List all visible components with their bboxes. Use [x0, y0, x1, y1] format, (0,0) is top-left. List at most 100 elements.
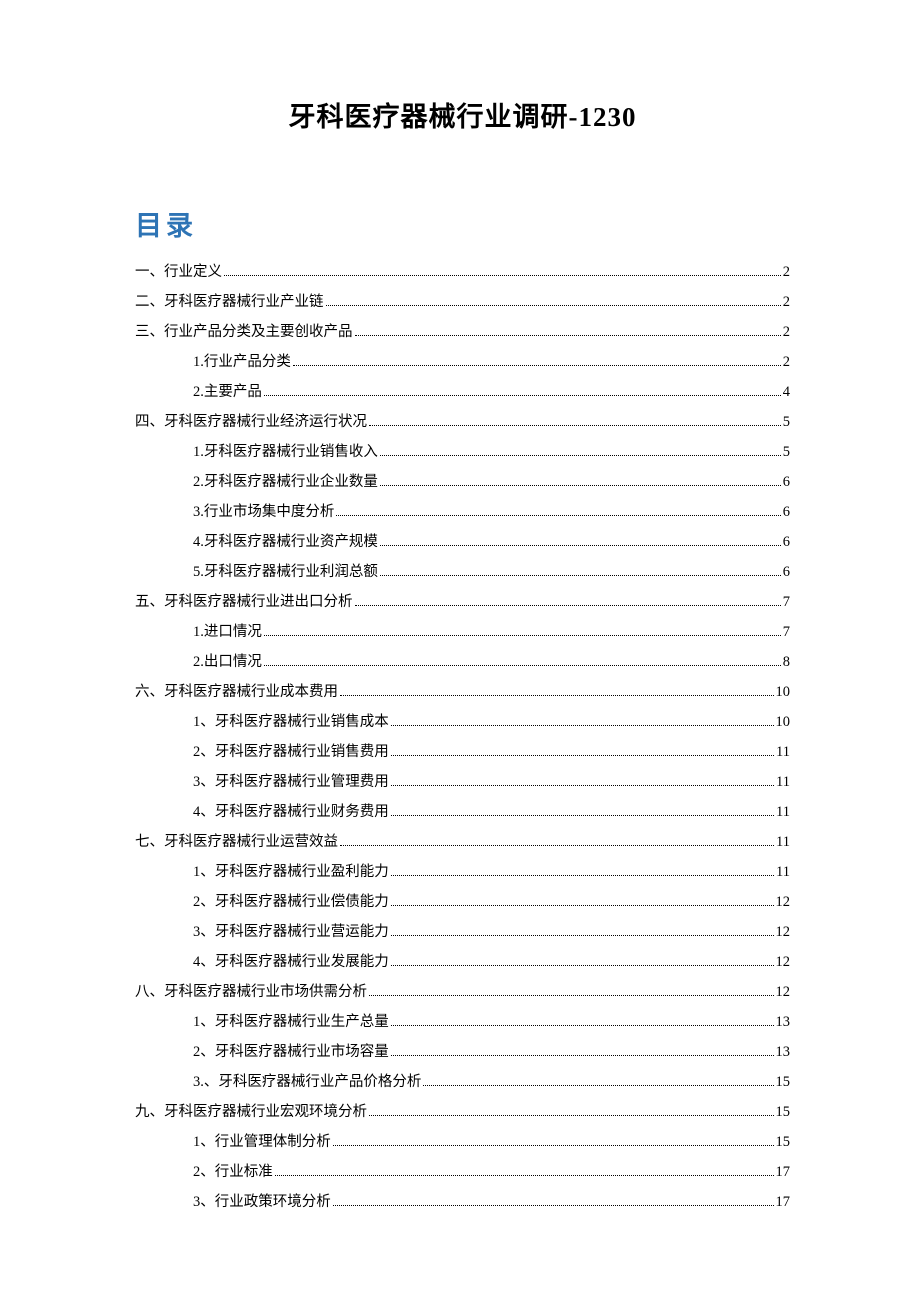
toc-entry[interactable]: 3、行业政策环境分析17 [135, 1195, 790, 1210]
toc-entry[interactable]: 2.牙科医疗器械行业企业数量 6 [135, 475, 790, 490]
toc-entry-label: 3、牙科医疗器械行业营运能力 [193, 925, 389, 940]
toc-entry-label: 2、行业标准 [193, 1165, 273, 1180]
toc-leader-dots [369, 1115, 774, 1116]
toc-entry-label: 1、牙科医疗器械行业生产总量 [193, 1015, 389, 1030]
document-title: 牙科医疗器械行业调研-1230 [135, 95, 790, 134]
toc-entry[interactable]: 1.牙科医疗器械行业销售收入5 [135, 445, 790, 460]
toc-leader-dots [391, 875, 774, 876]
toc-entry-page: 11 [776, 745, 790, 760]
toc-entry[interactable]: 1、牙科医疗器械行业销售成本10 [135, 715, 790, 730]
toc-entry[interactable]: 2.出口情况8 [135, 655, 790, 670]
toc-entry-page: 15 [776, 1135, 791, 1150]
toc-entry-page: 2 [783, 295, 790, 310]
toc-entry-label: 四、牙科医疗器械行业经济运行状况 [135, 415, 367, 430]
toc-entry-page: 15 [776, 1075, 791, 1090]
toc-leader-dots [369, 995, 774, 996]
toc-entry-page: 2 [783, 355, 790, 370]
toc-entry-label: 八、牙科医疗器械行业市场供需分析 [135, 985, 367, 1000]
toc-entry[interactable]: 一、行业定义2 [135, 265, 790, 280]
toc-entry-label: 5.牙科医疗器械行业利润总额 [193, 565, 378, 580]
toc-entry[interactable]: 2、牙科医疗器械行业销售费用11 [135, 745, 790, 760]
toc-entry-page: 12 [776, 955, 791, 970]
toc-entry-page: 12 [776, 985, 791, 1000]
toc-entry-label: 3、行业政策环境分析 [193, 1195, 331, 1210]
toc-entry-label: 2、牙科医疗器械行业市场容量 [193, 1045, 389, 1060]
toc-entry-label: 九、牙科医疗器械行业宏观环境分析 [135, 1105, 367, 1120]
toc-entry[interactable]: 2、牙科医疗器械行业偿债能力 12 [135, 895, 790, 910]
toc-entry-page: 4 [783, 385, 790, 400]
toc-entry[interactable]: 5.牙科医疗器械行业利润总额 6 [135, 565, 790, 580]
toc-entry-page: 12 [776, 895, 791, 910]
toc-entry-label: 2、牙科医疗器械行业偿债能力 [193, 895, 389, 910]
table-of-contents: 一、行业定义2二、牙科医疗器械行业产业链2三、行业产品分类及主要创收产品21.行… [135, 265, 790, 1210]
toc-leader-dots [275, 1175, 774, 1176]
toc-leader-dots [391, 905, 774, 906]
toc-leader-dots [293, 365, 781, 366]
toc-entry[interactable]: 3、牙科医疗器械行业管理费用 11 [135, 775, 790, 790]
toc-leader-dots [380, 455, 781, 456]
toc-entry[interactable]: 八、牙科医疗器械行业市场供需分析 12 [135, 985, 790, 1000]
toc-entry[interactable]: 四、牙科医疗器械行业经济运行状况5 [135, 415, 790, 430]
toc-entry-label: 3.行业市场集中度分析 [193, 505, 334, 520]
toc-entry-label: 五、牙科医疗器械行业进出口分析 [135, 595, 353, 610]
toc-leader-dots [224, 275, 781, 276]
toc-entry-page: 11 [776, 865, 790, 880]
toc-leader-dots [391, 725, 774, 726]
toc-entry-label: 1.牙科医疗器械行业销售收入 [193, 445, 378, 460]
toc-leader-dots [264, 635, 781, 636]
toc-entry[interactable]: 1、牙科医疗器械行业生产总量13 [135, 1015, 790, 1030]
toc-leader-dots [264, 665, 781, 666]
toc-entry-page: 11 [776, 775, 790, 790]
toc-entry[interactable]: 七、牙科医疗器械行业运营效益11 [135, 835, 790, 850]
toc-leader-dots [333, 1145, 774, 1146]
toc-entry-label: 七、牙科医疗器械行业运营效益 [135, 835, 338, 850]
toc-entry-label: 二、牙科医疗器械行业产业链 [135, 295, 324, 310]
toc-entry[interactable]: 2.主要产品4 [135, 385, 790, 400]
toc-leader-dots [380, 575, 781, 576]
toc-entry-page: 10 [776, 715, 791, 730]
toc-entry[interactable]: 二、牙科医疗器械行业产业链 2 [135, 295, 790, 310]
toc-entry[interactable]: 3.、牙科医疗器械行业产品价格分析 15 [135, 1075, 790, 1090]
toc-entry[interactable]: 4.牙科医疗器械行业资产规模6 [135, 535, 790, 550]
toc-entry-page: 2 [783, 325, 790, 340]
toc-entry[interactable]: 1.进口情况7 [135, 625, 790, 640]
toc-entry[interactable]: 2、行业标准 17 [135, 1165, 790, 1180]
toc-heading: 目录 [135, 204, 790, 243]
toc-entry[interactable]: 1、牙科医疗器械行业盈利能力 11 [135, 865, 790, 880]
toc-entry-label: 2.牙科医疗器械行业企业数量 [193, 475, 378, 490]
toc-entry-page: 7 [783, 595, 790, 610]
toc-entry[interactable]: 六、牙科医疗器械行业成本费用10 [135, 685, 790, 700]
toc-entry-page: 15 [776, 1105, 791, 1120]
toc-entry[interactable]: 1.行业产品分类2 [135, 355, 790, 370]
toc-entry[interactable]: 3、牙科医疗器械行业营运能力 12 [135, 925, 790, 940]
toc-entry-label: 3、牙科医疗器械行业管理费用 [193, 775, 389, 790]
toc-entry-label: 4、牙科医疗器械行业发展能力 [193, 955, 389, 970]
toc-entry-page: 13 [776, 1045, 791, 1060]
toc-entry-page: 6 [783, 475, 790, 490]
toc-entry[interactable]: 三、行业产品分类及主要创收产品2 [135, 325, 790, 340]
toc-entry-page: 6 [783, 505, 790, 520]
toc-leader-dots [391, 965, 774, 966]
toc-entry-label: 3.、牙科医疗器械行业产品价格分析 [193, 1075, 421, 1090]
toc-leader-dots [336, 515, 780, 516]
toc-entry[interactable]: 1、行业管理体制分析 15 [135, 1135, 790, 1150]
toc-leader-dots [326, 305, 781, 306]
toc-leader-dots [380, 545, 781, 546]
toc-entry-label: 4、牙科医疗器械行业财务费用 [193, 805, 389, 820]
toc-entry-page: 17 [776, 1165, 791, 1180]
toc-entry[interactable]: 2、牙科医疗器械行业市场容量 13 [135, 1045, 790, 1060]
toc-entry[interactable]: 3.行业市场集中度分析 6 [135, 505, 790, 520]
toc-entry[interactable]: 五、牙科医疗器械行业进出口分析 7 [135, 595, 790, 610]
toc-entry-label: 1、行业管理体制分析 [193, 1135, 331, 1150]
toc-entry[interactable]: 4、牙科医疗器械行业财务费用11 [135, 805, 790, 820]
toc-entry[interactable]: 九、牙科医疗器械行业宏观环境分析 15 [135, 1105, 790, 1120]
toc-entry-label: 2.出口情况 [193, 655, 262, 670]
toc-leader-dots [391, 815, 774, 816]
toc-leader-dots [391, 1025, 774, 1026]
toc-entry-page: 12 [776, 925, 791, 940]
toc-entry-page: 6 [783, 535, 790, 550]
toc-entry[interactable]: 4、牙科医疗器械行业发展能力 12 [135, 955, 790, 970]
toc-leader-dots [355, 605, 781, 606]
toc-entry-page: 6 [783, 565, 790, 580]
toc-entry-label: 1、牙科医疗器械行业盈利能力 [193, 865, 389, 880]
